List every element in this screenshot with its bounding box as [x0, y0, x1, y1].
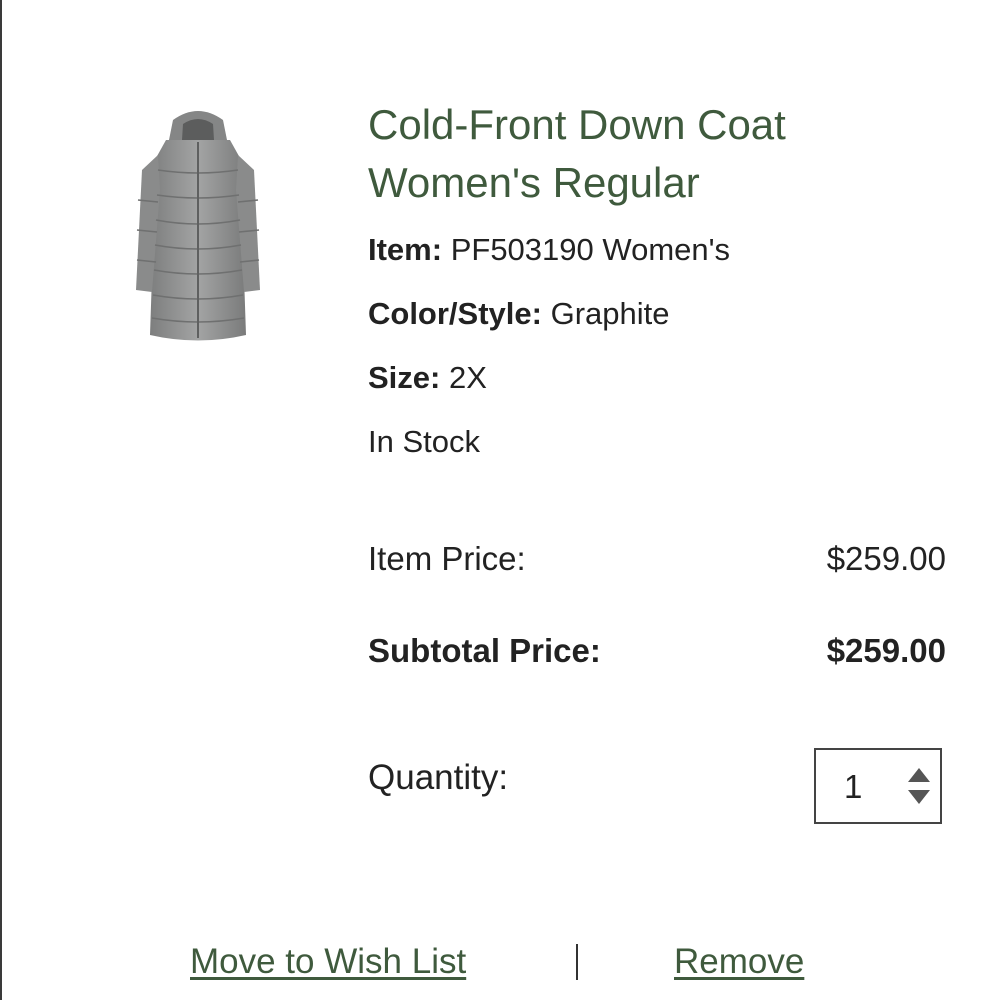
actions-divider [576, 944, 578, 980]
subtotal-price-label: Subtotal Price: [368, 632, 601, 669]
color-style-row: Color/Style: Graphite [368, 282, 948, 346]
item-price-value: $259.00 [826, 540, 946, 577]
subtotal-price-row: Subtotal Price: $259.00 [368, 632, 946, 670]
quantity-label: Quantity: [368, 758, 509, 797]
size-label: Size: [368, 360, 441, 395]
size-value: 2X [448, 360, 487, 395]
item-number-label: Item: [368, 232, 443, 267]
size-row: Size: 2X [368, 346, 948, 410]
item-number-value: PF503190 Women's [450, 232, 731, 267]
product-title[interactable]: Cold-Front Down Coat Women's Regular [368, 96, 948, 212]
down-coat-image-icon [136, 111, 260, 341]
increment-arrow-icon[interactable] [908, 768, 930, 782]
move-to-wishlist-link[interactable]: Move to Wish List [190, 942, 466, 982]
decrement-arrow-icon[interactable] [908, 790, 930, 804]
product-image[interactable] [128, 100, 268, 350]
item-price-row: Item Price: $259.00 [368, 540, 946, 578]
color-style-label: Color/Style: [368, 296, 542, 331]
item-number-row: Item: PF503190 Women's [368, 218, 948, 282]
product-title-line1[interactable]: Cold-Front Down Coat [368, 101, 786, 148]
item-price-label: Item Price: [368, 540, 526, 577]
left-border [0, 0, 2, 1000]
subtotal-price-value: $259.00 [826, 632, 946, 669]
stepper-arrows-icon[interactable] [906, 766, 932, 806]
product-details: Cold-Front Down Coat Women's Regular Ite… [368, 96, 948, 474]
product-title-line2[interactable]: Women's Regular [368, 159, 700, 206]
quantity-stepper[interactable]: 1 [814, 748, 942, 824]
stock-status: In Stock [368, 424, 480, 459]
remove-link[interactable]: Remove [674, 942, 804, 982]
cart-item-actions: Move to Wish List Remove [0, 942, 1000, 992]
quantity-value[interactable]: 1 [844, 768, 862, 806]
color-style-value: Graphite [550, 296, 670, 331]
